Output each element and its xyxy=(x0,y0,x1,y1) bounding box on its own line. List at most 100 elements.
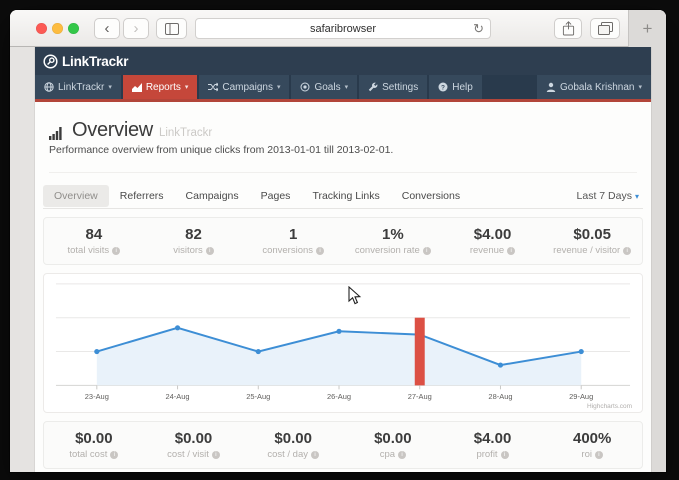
svg-text:23-Aug: 23-Aug xyxy=(85,392,109,401)
bar-chart-icon xyxy=(49,126,66,140)
nav-item-help[interactable]: ? Help xyxy=(429,75,482,99)
address-bar[interactable]: safaribrowser ↻ xyxy=(195,18,491,39)
shuffle-icon xyxy=(208,82,218,92)
nav-label: Goals xyxy=(314,82,340,93)
chevron-down-icon: ▾ xyxy=(277,83,281,91)
stat-value: 84 xyxy=(44,226,144,243)
svg-text:Highcharts.com: Highcharts.com xyxy=(587,403,632,410)
chevron-down-icon: ▾ xyxy=(638,83,642,91)
stat-cpa: $0.00 cpa xyxy=(343,430,443,460)
forward-icon: › xyxy=(134,21,139,36)
stat-label: total visits xyxy=(67,245,109,256)
user-name: Gobala Krishnan xyxy=(560,82,635,93)
svg-text:27-Aug: 27-Aug xyxy=(408,392,432,401)
nav-item-campaigns[interactable]: Campaigns ▾ xyxy=(199,75,289,99)
stat-conversions: 1 conversions xyxy=(243,226,343,256)
stats-row-bottom: $0.00 total cost $0.00 cost / visit $0.0… xyxy=(43,421,643,469)
stat-value: 400% xyxy=(542,430,642,447)
stat-label: cost / visit xyxy=(167,449,209,460)
stat-label: revenue xyxy=(470,245,504,256)
stats-row-top: 84 total visits 82 visitors 1 conversion… xyxy=(43,217,643,265)
new-tab-button[interactable]: + xyxy=(628,10,666,47)
stat-value: $4.00 xyxy=(443,430,543,447)
mouse-cursor xyxy=(348,286,362,311)
help-icon: ? xyxy=(438,82,448,92)
svg-text:29-Aug: 29-Aug xyxy=(569,392,593,401)
info-icon[interactable] xyxy=(501,451,509,459)
svg-text:?: ? xyxy=(441,84,445,91)
stat-label: cpa xyxy=(380,449,395,460)
info-icon[interactable] xyxy=(316,247,324,255)
info-icon[interactable] xyxy=(507,247,515,255)
show-tabs-button[interactable] xyxy=(590,18,620,39)
reload-button[interactable]: ↻ xyxy=(473,21,484,37)
stat-roi: 400% roi xyxy=(542,430,642,460)
close-button[interactable] xyxy=(36,23,47,34)
stat-label: profit xyxy=(476,449,497,460)
stat-total-cost: $0.00 total cost xyxy=(44,430,144,460)
stat-label: total cost xyxy=(69,449,107,460)
clicks-chart[interactable]: 23-Aug24-Aug25-Aug26-Aug27-Aug28-Aug29-A… xyxy=(44,274,642,412)
tab-overview[interactable]: Overview xyxy=(43,185,109,207)
stat-profit: $4.00 profit xyxy=(443,430,543,460)
nav-item-linktrackr[interactable]: LinkTrackr ▾ xyxy=(35,75,121,99)
stat-label: conversion rate xyxy=(355,245,420,256)
nav-label: Settings xyxy=(382,82,418,93)
wrench-icon xyxy=(368,82,378,92)
header-divider xyxy=(49,172,637,173)
stat-conversion-rate: 1% conversion rate xyxy=(343,226,443,256)
main-nav: LinkTrackr ▾ Reports ▾ Campaigns ▾ Goals… xyxy=(35,75,651,99)
app-logo[interactable]: LinkTrackr xyxy=(62,54,128,69)
minimize-button[interactable] xyxy=(52,23,63,34)
tab-pages[interactable]: Pages xyxy=(250,185,302,207)
tab-conversions[interactable]: Conversions xyxy=(391,185,471,207)
nav-label: LinkTrackr xyxy=(58,82,104,93)
stat-label: roi xyxy=(581,449,592,460)
info-icon[interactable] xyxy=(110,451,118,459)
nav-item-settings[interactable]: Settings xyxy=(359,75,427,99)
page-title-brand: LinkTrackr xyxy=(159,127,212,140)
zoom-button[interactable] xyxy=(68,23,79,34)
stat-visitors: 82 visitors xyxy=(144,226,244,256)
info-icon[interactable] xyxy=(398,451,406,459)
tab-tracking-links[interactable]: Tracking Links xyxy=(301,185,390,207)
svg-text:24-Aug: 24-Aug xyxy=(166,392,190,401)
back-icon: ‹ xyxy=(105,21,110,36)
info-icon[interactable] xyxy=(206,247,214,255)
info-icon[interactable] xyxy=(311,451,319,459)
user-menu[interactable]: Gobala Krishnan ▾ xyxy=(537,75,651,99)
back-button[interactable]: ‹ xyxy=(94,18,120,39)
stat-total-visits: 84 total visits xyxy=(44,226,144,256)
tab-campaigns[interactable]: Campaigns xyxy=(175,185,250,207)
stat-value: 1 xyxy=(243,226,343,243)
page-right-margin xyxy=(651,47,666,472)
info-icon[interactable] xyxy=(212,451,220,459)
user-icon xyxy=(546,82,556,92)
info-icon[interactable] xyxy=(595,451,603,459)
svg-text:28-Aug: 28-Aug xyxy=(488,392,512,401)
stat-value: $4.00 xyxy=(443,226,543,243)
tab-referrers[interactable]: Referrers xyxy=(109,185,175,207)
link-icon xyxy=(43,54,58,69)
stat-value: $0.05 xyxy=(542,226,642,243)
stat-value: $0.00 xyxy=(144,430,244,447)
date-range-dropdown[interactable]: Last 7 Days▾ xyxy=(577,190,643,202)
url-text: safaribrowser xyxy=(310,23,376,35)
info-icon[interactable] xyxy=(112,247,120,255)
page-header: Overview LinkTrackr Performance overview… xyxy=(49,120,637,173)
nav-label: Reports xyxy=(146,82,181,93)
plus-icon: + xyxy=(643,19,653,39)
page-subtitle: Performance overview from unique clicks … xyxy=(49,144,637,156)
target-icon xyxy=(300,82,310,92)
info-icon[interactable] xyxy=(623,247,631,255)
sidebar-toggle-button[interactable] xyxy=(156,18,187,39)
nav-item-goals[interactable]: Goals ▾ xyxy=(291,75,357,99)
main-content: Overview LinkTrackr Performance overview… xyxy=(35,102,651,472)
share-button[interactable] xyxy=(554,18,582,39)
info-icon[interactable] xyxy=(423,247,431,255)
nav-item-reports[interactable]: Reports ▾ xyxy=(123,75,198,99)
stat-value: 1% xyxy=(343,226,443,243)
forward-button[interactable]: › xyxy=(123,18,149,39)
share-icon xyxy=(562,21,575,36)
browser-window: ‹ › safaribrowser ↻ + LinkTrackr xyxy=(10,10,666,472)
